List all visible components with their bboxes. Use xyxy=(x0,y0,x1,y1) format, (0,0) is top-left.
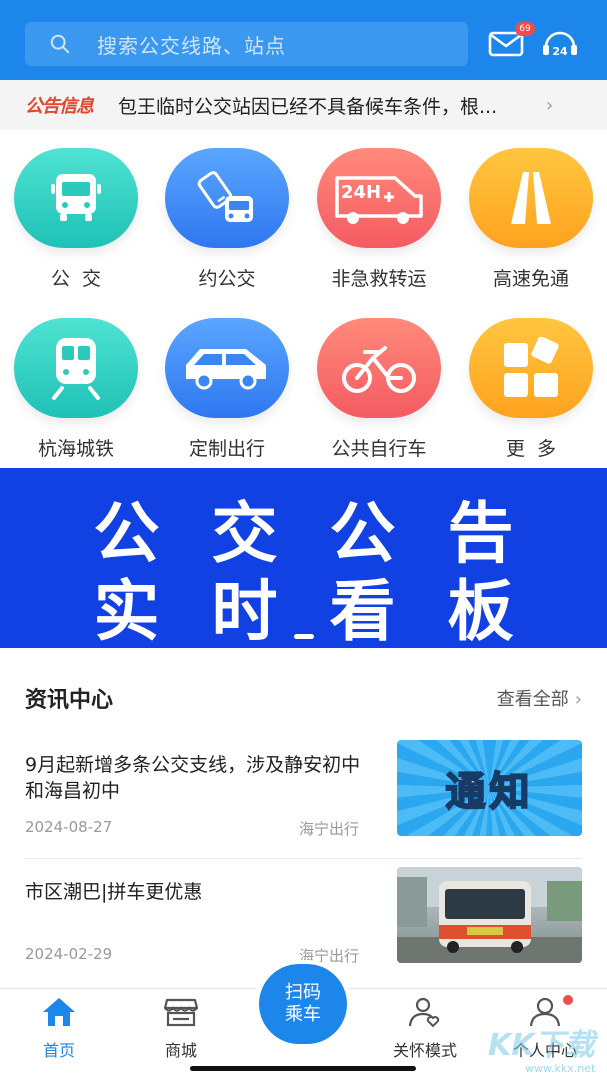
service-book-bus[interactable]: 约公交 xyxy=(157,148,297,308)
service-more[interactable]: 更 多 xyxy=(461,318,601,478)
service-label: 定制出行 xyxy=(188,438,265,460)
watermark-url: www.kkx.net xyxy=(525,1062,596,1075)
announcement-tag: 公告信息 xyxy=(25,96,94,117)
store-icon xyxy=(161,995,201,1029)
service-railway[interactable]: 杭海城铁 xyxy=(6,318,146,478)
home-indicator[interactable] xyxy=(190,1066,416,1071)
banner-line-2: 实时看板 xyxy=(93,573,566,650)
tab-label: 关怀模式 xyxy=(392,1041,457,1060)
news-section-title: 资讯中心 xyxy=(25,688,114,713)
service-bus[interactable]: 公 交 xyxy=(6,148,146,308)
news-item-title: 9月起新增多条公交支线，涉及静安初中和海昌初中 xyxy=(25,754,361,802)
tab-home[interactable]: 首页 xyxy=(19,995,99,1061)
watermark-logo: KK下载 xyxy=(488,1028,595,1063)
care-mode-icon xyxy=(405,995,445,1029)
ambulance-24h-icon: 24H xyxy=(317,148,441,248)
service-label: 约公交 xyxy=(198,268,256,290)
service-label: 高速免通 xyxy=(492,268,569,290)
service-label: 非急救转运 xyxy=(331,268,427,290)
scan-to-ride-inner: 扫码 乘车 xyxy=(259,964,347,1044)
carousel-indicator xyxy=(294,634,314,639)
van-icon xyxy=(165,318,289,418)
service-label: 更 多 xyxy=(505,438,557,460)
thumbnail-text: 通知 xyxy=(445,768,534,816)
chevron-right-icon: › xyxy=(546,94,554,116)
svg-text:24H: 24H xyxy=(341,182,381,203)
notification-dot xyxy=(563,995,573,1005)
tab-care-mode[interactable]: 关怀模式 xyxy=(386,995,464,1061)
message-count-badge: 69 xyxy=(515,22,535,36)
scan-to-ride-button[interactable]: 扫码 乘车 xyxy=(254,960,352,1048)
bicycle-icon xyxy=(317,318,441,418)
train-icon xyxy=(14,318,138,418)
service-highway[interactable]: 高速免通 xyxy=(461,148,601,308)
customer-service-button[interactable]: 24 xyxy=(540,26,580,62)
service-label: 杭海城铁 xyxy=(37,438,114,460)
news-thumbnail xyxy=(397,867,582,963)
svg-text:24: 24 xyxy=(552,45,568,58)
news-item[interactable]: 9月起新增多条公交支线，涉及静安初中和海昌初中 2024-08-27 海宁出行 … xyxy=(25,740,582,862)
highway-icon xyxy=(469,148,593,248)
service-public-bike[interactable]: 公共自行车 xyxy=(309,318,449,478)
news-thumbnail: 通知 xyxy=(397,740,582,836)
service-ambulance[interactable]: 24H 非急救转运 xyxy=(309,148,449,308)
news-item-title: 市区潮巴|拼车更优惠 xyxy=(25,881,203,903)
news-header: 资讯中心 查看全部 › xyxy=(25,682,582,714)
news-item-date: 2024-08-27 xyxy=(25,818,113,836)
scan-label-line-2: 乘车 xyxy=(285,1004,321,1025)
tab-label: 商城 xyxy=(164,1041,197,1060)
view-all-label: 查看全部 xyxy=(496,689,569,710)
search-icon xyxy=(50,34,70,54)
search-bar[interactable]: 搜索公交线路、站点 xyxy=(25,22,468,66)
bus-photo xyxy=(397,867,582,963)
service-label: 公 交 xyxy=(50,268,102,290)
announcement-banner[interactable]: 公交公告 实时看板 xyxy=(0,468,607,650)
service-custom-trip[interactable]: 定制出行 xyxy=(157,318,297,478)
view-all-link[interactable]: 查看全部 › xyxy=(497,685,582,711)
divider xyxy=(25,858,582,859)
chevron-right-icon: › xyxy=(574,689,582,710)
announcement-bar[interactable]: 公告信息 包王临时公交站因已经不具备候车条件，根... › xyxy=(0,80,607,130)
more-grid-icon xyxy=(469,318,593,418)
tab-mall[interactable]: 商城 xyxy=(141,995,221,1061)
news-item-date: 2024-02-29 xyxy=(25,945,113,963)
news-item-source: 海宁出行 xyxy=(299,820,360,838)
tab-label: 首页 xyxy=(42,1041,75,1060)
phone-bus-icon xyxy=(165,148,289,248)
home-icon xyxy=(39,995,79,1029)
headset-24-icon: 24 xyxy=(543,31,577,58)
bus-icon xyxy=(14,148,138,248)
search-placeholder: 搜索公交线路、站点 xyxy=(97,33,286,58)
announcement-text: 包王临时公交站因已经不具备候车条件，根... xyxy=(118,95,498,118)
top-header: 搜索公交线路、站点 69 24 xyxy=(0,0,607,80)
scan-label-line-1: 扫码 xyxy=(285,982,321,1003)
service-label: 公共自行车 xyxy=(331,438,427,460)
